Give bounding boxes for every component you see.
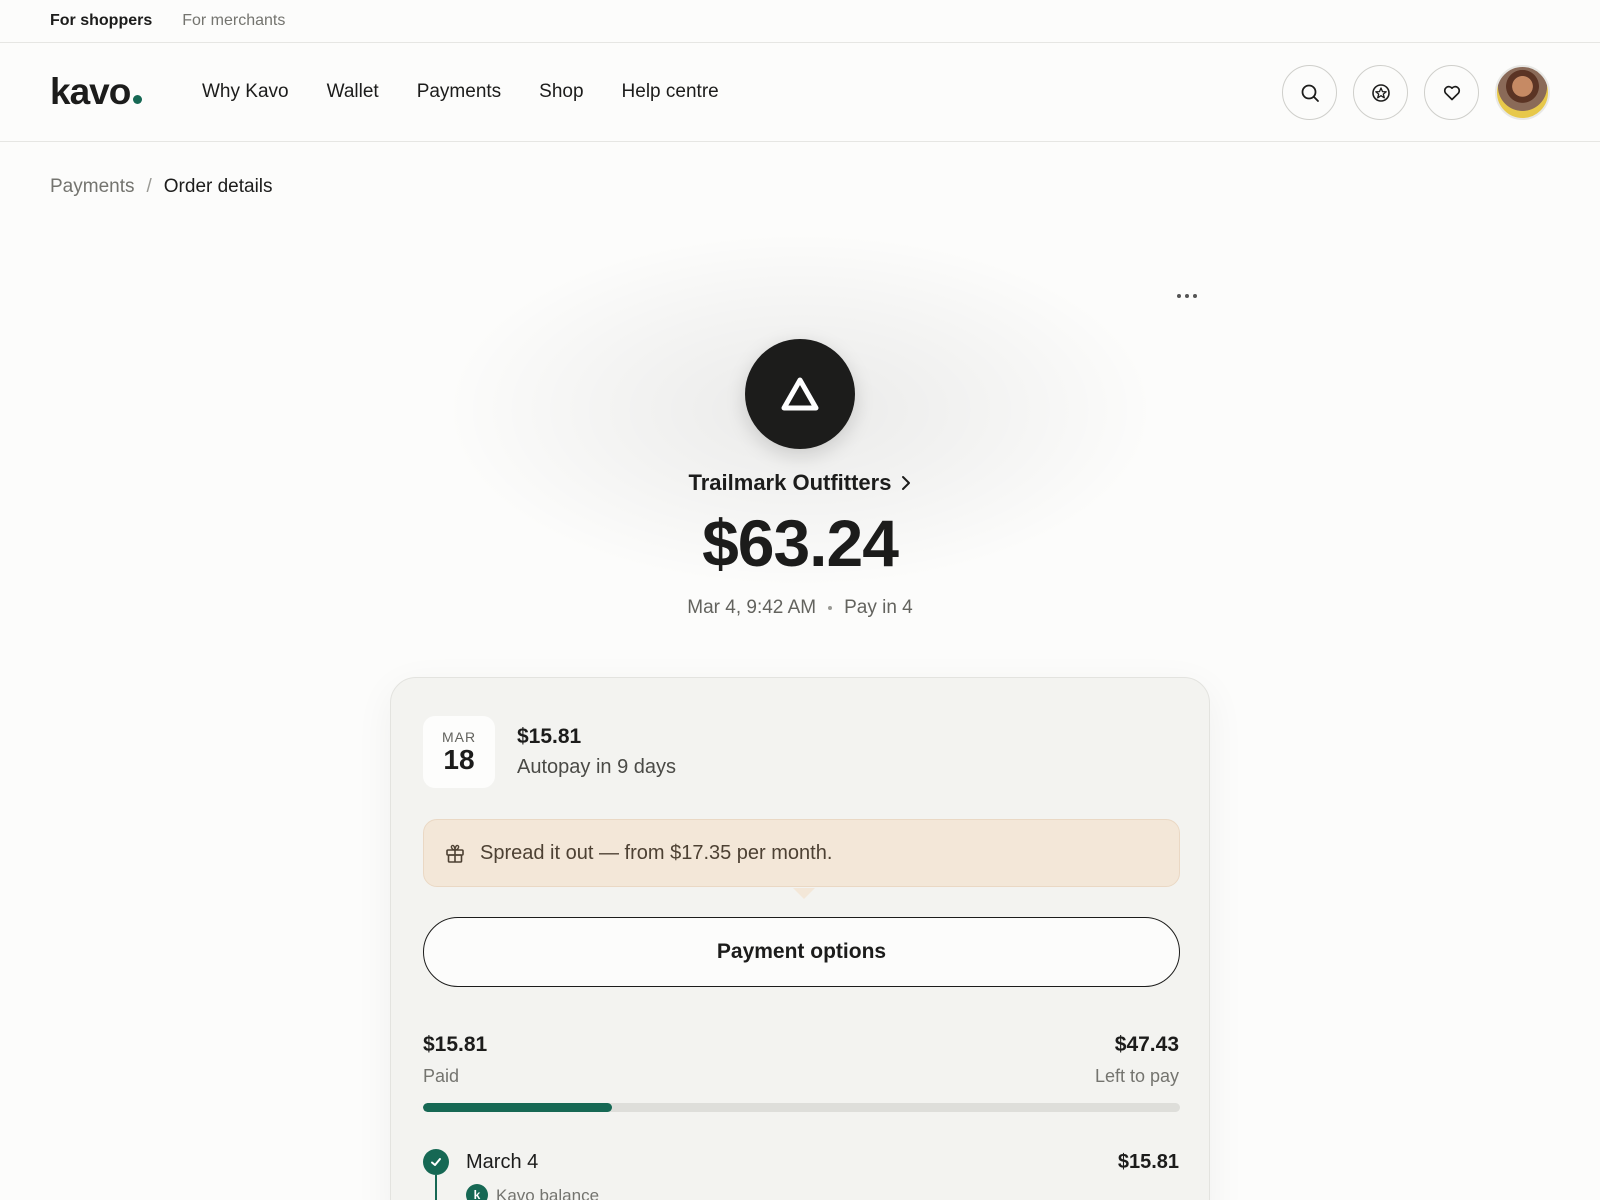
breadcrumb-separator: / xyxy=(146,176,152,197)
order-date: Mar 4, 9:42 AM xyxy=(687,597,817,618)
next-payment-day: 18 xyxy=(443,743,475,775)
order-meta: Mar 4, 9:42 AM Pay in 4 xyxy=(0,597,1600,619)
nav-why-kavo[interactable]: Why Kavo xyxy=(202,81,289,103)
breadcrumb-current: Order details xyxy=(163,176,273,197)
kavo-balance-icon: k xyxy=(466,1184,488,1200)
avatar[interactable] xyxy=(1495,65,1550,120)
merchant-logo xyxy=(745,339,855,449)
next-payment-month: MAR xyxy=(441,728,477,745)
meta-bullet xyxy=(828,606,833,610)
payment-progress-bar xyxy=(423,1103,1180,1112)
chevron-right-icon xyxy=(902,476,911,490)
installment-date: March 4 xyxy=(466,1151,539,1173)
promo-text: Spread it out — from $17.35 per month. xyxy=(480,841,833,864)
rewards-star-icon xyxy=(1371,83,1390,102)
nav-shop[interactable]: Shop xyxy=(539,81,583,103)
paid-check-icon xyxy=(423,1149,449,1175)
promo-pointer xyxy=(793,888,815,899)
order-total: $63.24 xyxy=(702,506,899,580)
nav-help-centre[interactable]: Help centre xyxy=(622,81,719,103)
merchant-name: Trailmark Outfitters xyxy=(688,470,892,495)
audience-switcher: For shoppers For merchants xyxy=(0,0,1600,43)
order-plan: Pay in 4 xyxy=(844,597,913,618)
rewards-button[interactable] xyxy=(1353,65,1408,120)
left-to-pay-label: Left to pay xyxy=(1094,1066,1179,1086)
more-dot xyxy=(1177,294,1181,298)
for-shoppers-link[interactable]: For shoppers xyxy=(50,12,152,30)
heart-icon xyxy=(1443,85,1460,100)
logo-dot xyxy=(133,95,143,104)
paid-amount: $15.81 xyxy=(423,1033,488,1056)
kavo-logo[interactable]: kavo xyxy=(50,71,202,113)
search-button[interactable] xyxy=(1282,65,1337,120)
breadcrumb-payments-link[interactable]: Payments xyxy=(50,176,134,198)
breadcrumb: Payments / Order details xyxy=(50,176,273,198)
search-icon xyxy=(1301,84,1319,102)
more-options-button[interactable] xyxy=(1177,294,1197,298)
nav-payments[interactable]: Payments xyxy=(417,81,501,103)
left-to-pay-amount: $47.43 xyxy=(1114,1033,1179,1056)
logo-text: kavo xyxy=(50,71,131,112)
main-header: kavo Why Kavo Wallet Payments Shop Help … xyxy=(0,43,1600,142)
installment-amount: $15.81 xyxy=(1117,1151,1179,1173)
main-nav: Why Kavo Wallet Payments Shop Help centr… xyxy=(202,81,719,103)
nav-wallet[interactable]: Wallet xyxy=(327,81,379,103)
payment-progress-fill xyxy=(423,1103,613,1112)
more-dot xyxy=(1193,294,1197,298)
financing-promo[interactable]: Spread it out — from $17.35 per month. xyxy=(423,819,1180,887)
favorites-button[interactable] xyxy=(1424,65,1479,120)
triangle-logo-icon xyxy=(781,377,819,411)
timeline-connector xyxy=(435,1175,437,1200)
payment-plan-card: MAR 18 $15.81 Autopay in 9 days Spread i… xyxy=(390,677,1210,1200)
next-payment-amount: $15.81 xyxy=(517,725,582,748)
for-merchants-link[interactable]: For merchants xyxy=(182,12,285,30)
paid-label: Paid xyxy=(423,1066,460,1086)
next-payment-date: MAR 18 xyxy=(423,716,495,788)
header-actions xyxy=(1282,65,1550,120)
merchant-link[interactable]: Trailmark Outfitters xyxy=(0,470,1600,496)
next-payment-status: Autopay in 9 days xyxy=(517,756,676,778)
payment-options-button[interactable]: Payment options xyxy=(423,917,1180,987)
gift-icon xyxy=(446,844,464,863)
more-dot xyxy=(1185,294,1189,298)
installment-source: Kavo balance xyxy=(496,1186,600,1200)
